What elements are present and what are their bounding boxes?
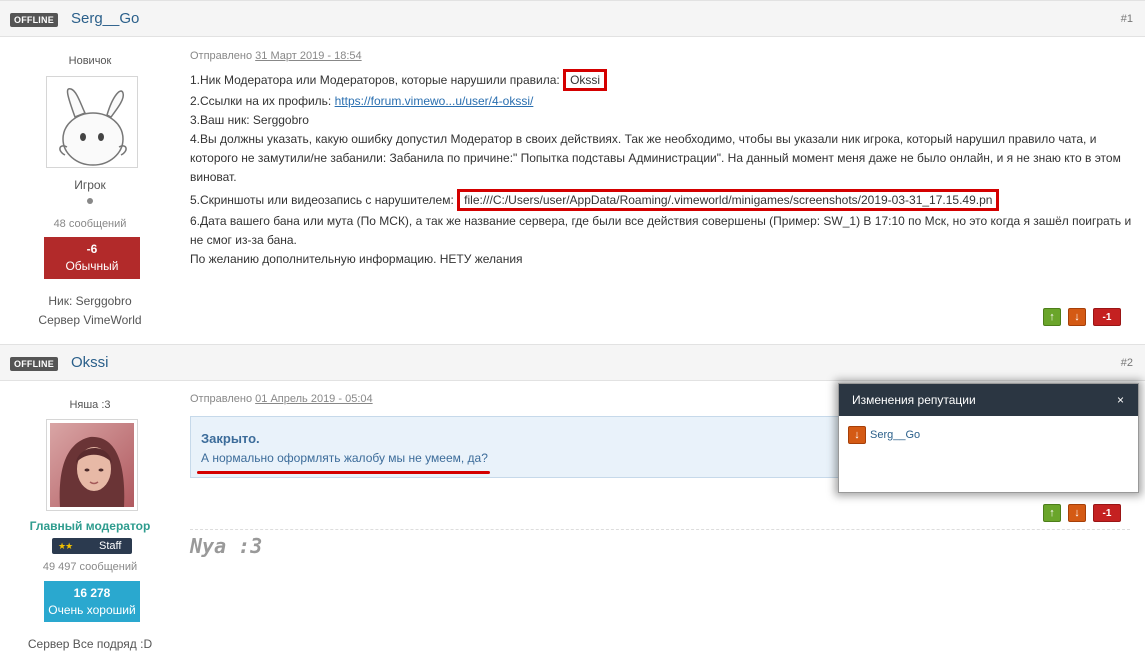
red-underline-annotation: [197, 471, 490, 474]
staff-badge: ★★ Staff: [52, 538, 132, 554]
signature-divider: [190, 529, 1130, 530]
member-group: Игрок: [74, 178, 106, 192]
rep-value-badge[interactable]: -1: [1093, 308, 1121, 326]
reputation-changes-popup: Изменения репутации × ↓ Serg__Go: [838, 383, 1139, 493]
author-group-block: Главный модератор: [0, 519, 180, 533]
posted-prefix: Отправлено: [190, 50, 253, 62]
star-icon: ★★: [58, 541, 73, 551]
author-posts: 49 497 сообщений: [0, 561, 180, 573]
post-date: Отправлено 31 Март 2019 - 18:54: [190, 50, 362, 62]
notice-title: Закрыто.: [201, 431, 260, 446]
author-custom-fields: Сервер Все подряд :D: [0, 637, 180, 651]
default-avatar-icon: [59, 87, 127, 166]
line-1-text: 1.Ник Модератора или Модераторов, которы…: [190, 73, 560, 87]
online-dot-icon: [87, 198, 93, 204]
line-6: 6.Дата вашего бана или мута (По МСК), а …: [190, 214, 1132, 247]
posted-date-link[interactable]: 01 Апрель 2019 - 05:04: [255, 393, 372, 405]
author-group-block: Игрок 48 сообщений: [0, 178, 180, 230]
author-link[interactable]: Okssi: [71, 354, 109, 371]
line-2-text: 2.Ссылки на их профиль:: [190, 94, 332, 108]
moderator-notice: Закрыто. А нормально оформлять жалобу мы…: [190, 416, 890, 478]
staff-label: Staff: [99, 540, 122, 552]
status-badge: OFFLINE: [10, 13, 58, 27]
avatar[interactable]: [46, 76, 138, 168]
rep-down-button[interactable]: ↓: [1068, 504, 1086, 522]
post-content: 1.Ник Модератора или Модераторов, которы…: [190, 69, 1135, 269]
reputation-box: 16 278 Очень хороший: [44, 581, 140, 622]
user-photo-icon: [50, 423, 134, 507]
posts-count: 48 сообщений: [53, 218, 127, 230]
post-number-link[interactable]: #2: [1121, 357, 1133, 369]
line-4: 4.Вы должны указать, какую ошибку допуст…: [190, 132, 1121, 184]
reputation-label: Очень хороший: [48, 603, 136, 617]
author-custom-fields: Ник: Serggobro Сервер VimeWorld: [0, 294, 180, 327]
reputation-box: -6 Обычный: [44, 237, 140, 279]
line-2: 2.Ссылки на их профиль: https://forum.vi…: [190, 92, 1135, 111]
post-number-link[interactable]: #1: [1121, 13, 1133, 25]
reputation-buttons: ↑ ↓ -1: [1043, 308, 1121, 326]
post-date: Отправлено 01 Апрель 2019 - 05:04: [190, 393, 373, 405]
close-icon[interactable]: ×: [1117, 384, 1124, 416]
rank-title: Новичок: [68, 55, 112, 67]
avatar[interactable]: [46, 419, 138, 511]
rep-down-icon: ↓: [848, 426, 866, 444]
custom-field-server: Сервер Все подряд :D: [27, 637, 153, 651]
rank-title: Няша :3: [69, 399, 111, 411]
reputation-value: 16 278: [73, 586, 111, 600]
posted-date-link[interactable]: 31 Март 2019 - 18:54: [255, 50, 361, 62]
popup-title: Изменения репутации: [852, 393, 976, 407]
highlight-moderator-nick: Okssi: [563, 69, 608, 91]
popup-entry-user-link[interactable]: Serg__Go: [870, 429, 920, 441]
post-header: OFFLINE Serg__Go #1: [0, 0, 1145, 37]
line-1: 1.Ник Модератора или Модераторов, которы…: [190, 69, 1135, 91]
highlight-screenshot-path: file:///C:/Users/user/AppData/Roaming/.v…: [457, 189, 1000, 211]
popup-header: Изменения репутации ×: [839, 384, 1138, 416]
rep-value-badge[interactable]: -1: [1093, 504, 1121, 522]
rep-down-button[interactable]: ↓: [1068, 308, 1086, 326]
author-profile: Новичок: [0, 55, 180, 67]
author-profile: Няша :3: [0, 399, 180, 411]
reputation-buttons: ↑ ↓ -1: [1043, 504, 1121, 522]
line-5-text: 5.Скриншоты или видеозапись с нарушителе…: [190, 193, 454, 207]
popup-entry: ↓ Serg__Go: [848, 426, 920, 444]
posted-prefix: Отправлено: [190, 393, 253, 405]
line-5: 5.Скриншоты или видеозапись с нарушителе…: [190, 189, 1135, 211]
rep-up-button[interactable]: ↑: [1043, 308, 1061, 326]
line-3: 3.Ваш ник: Serggobro: [190, 113, 309, 127]
posts-count: 49 497 сообщений: [42, 561, 138, 573]
author-link[interactable]: Serg__Go: [71, 10, 139, 27]
notice-text: А нормально оформлять жалобу мы не умеем…: [201, 451, 488, 465]
status-badge: OFFLINE: [10, 357, 58, 371]
signature: Nya :3: [190, 534, 263, 558]
member-group: Главный модератор: [29, 519, 151, 533]
custom-field-nick: Ник: Serggobro: [48, 294, 132, 308]
custom-field-server: Сервер VimeWorld: [38, 313, 142, 327]
reputation-value: -6: [86, 242, 98, 256]
line-7: По желанию дополнительную информацию. НЕ…: [190, 252, 523, 266]
profile-link[interactable]: https://forum.vimewo...u/user/4-okssi/: [335, 94, 534, 108]
rep-up-button[interactable]: ↑: [1043, 504, 1061, 522]
reputation-label: Обычный: [65, 259, 119, 273]
post-header: OFFLINE Okssi #2: [0, 344, 1145, 381]
